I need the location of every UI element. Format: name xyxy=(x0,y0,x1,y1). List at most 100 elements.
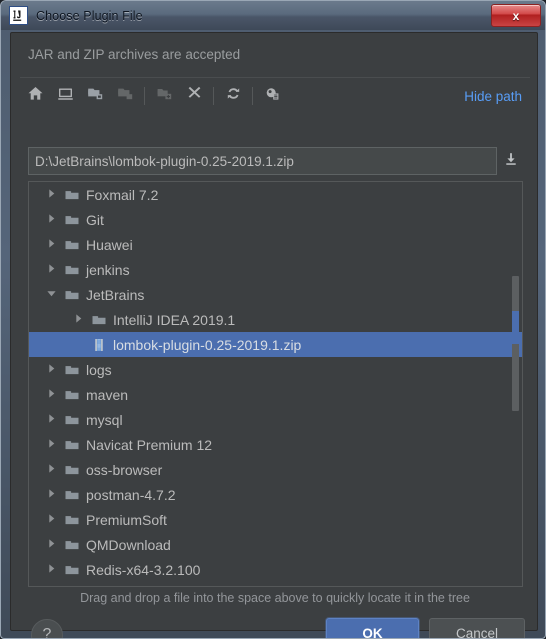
chevron-right-icon[interactable] xyxy=(46,511,57,529)
tree-expander[interactable] xyxy=(41,357,61,382)
folder-icon xyxy=(61,232,83,257)
tree-scrollbar-thumb[interactable] xyxy=(512,276,519,411)
hide-path-link[interactable]: Hide path xyxy=(464,89,530,104)
chevron-right-icon[interactable] xyxy=(46,561,57,579)
tree-expander[interactable] xyxy=(41,182,61,207)
tree-row[interactable]: QMDownload xyxy=(29,532,522,557)
chevron-right-icon[interactable] xyxy=(46,536,57,554)
close-button[interactable]: x xyxy=(491,4,541,27)
folder-icon xyxy=(88,307,110,332)
file-tree[interactable]: Foxmail 7.2 Git Huawei jenkins JetBrains Inte… xyxy=(28,181,523,587)
chevron-right-icon[interactable] xyxy=(46,411,57,429)
window-title: Choose Plugin File xyxy=(36,8,143,23)
tree-row[interactable]: postman-4.7.2 xyxy=(29,482,522,507)
toolbar-separator-3 xyxy=(252,87,253,105)
folder-icon xyxy=(61,582,83,586)
tree-row-label: RedisDesktopManager xyxy=(86,587,228,588)
tree-row[interactable]: Foxmail 7.2 xyxy=(29,182,522,207)
refresh-icon xyxy=(225,85,242,107)
tree-scrollbar-track[interactable] xyxy=(511,183,520,586)
project-directory-button[interactable] xyxy=(80,81,110,111)
chevron-right-icon[interactable] xyxy=(46,386,57,404)
tree-expander[interactable] xyxy=(41,432,61,457)
show-hidden-files-button[interactable] xyxy=(257,81,287,111)
tree-expander[interactable] xyxy=(68,307,88,332)
help-button[interactable]: ? xyxy=(31,619,63,638)
tree-expander[interactable] xyxy=(41,407,61,432)
tree-expander[interactable] xyxy=(41,582,61,587)
tree-row-label: Huawei xyxy=(86,236,133,253)
tree-row-label: JetBrains xyxy=(86,286,145,303)
folder-project-icon xyxy=(87,85,104,107)
tree-expander[interactable] xyxy=(41,457,61,482)
tree-row[interactable]: Git xyxy=(29,207,522,232)
drag-drop-hint: Drag and drop a file into the space abov… xyxy=(80,591,470,605)
tree-row-label: IntelliJ IDEA 2019.1 xyxy=(113,311,236,328)
path-row xyxy=(28,146,523,176)
tree-row[interactable]: maven xyxy=(29,382,522,407)
dialog-content: JAR and ZIP archives are accepted Hide p… xyxy=(10,32,538,638)
download-button[interactable] xyxy=(499,148,523,174)
tree-row-label: mysql xyxy=(86,411,123,428)
delete-icon xyxy=(186,85,203,107)
tree-row[interactable]: oss-browser xyxy=(29,457,522,482)
tree-expander[interactable] xyxy=(41,282,61,307)
path-input[interactable] xyxy=(28,147,498,175)
tree-row[interactable]: RedisDesktopManager xyxy=(29,582,522,588)
file-tree-list: Foxmail 7.2 Git Huawei jenkins JetBrains Inte… xyxy=(29,182,522,588)
tree-row[interactable]: logs xyxy=(29,357,522,382)
chevron-right-icon[interactable] xyxy=(46,261,57,279)
tree-row[interactable]: JetBrains xyxy=(29,282,522,307)
tree-row[interactable]: Huawei xyxy=(29,232,522,257)
file-chooser-toolbar: Hide path xyxy=(20,77,530,114)
tree-expander[interactable] xyxy=(41,207,61,232)
tree-expander[interactable] xyxy=(41,557,61,582)
new-folder-button[interactable] xyxy=(149,81,179,111)
intellij-idea-icon xyxy=(9,6,28,25)
tree-row-label: QMDownload xyxy=(86,536,171,553)
home-icon xyxy=(27,85,44,107)
chevron-down-icon[interactable] xyxy=(46,286,57,304)
tree-expander[interactable] xyxy=(41,482,61,507)
tree-expander[interactable] xyxy=(41,232,61,257)
tree-expander xyxy=(68,332,88,357)
tree-expander[interactable] xyxy=(41,382,61,407)
tree-row[interactable]: jenkins xyxy=(29,257,522,282)
ok-button[interactable]: OK xyxy=(326,618,419,638)
show-hidden-icon xyxy=(264,85,281,107)
tree-row[interactable]: IntelliJ IDEA 2019.1 xyxy=(29,307,522,332)
tree-row[interactable]: mysql xyxy=(29,407,522,432)
tree-row[interactable]: Navicat Premium 12 xyxy=(29,432,522,457)
tree-row[interactable]: Redis-x64-3.2.100 xyxy=(29,557,522,582)
chevron-right-icon[interactable] xyxy=(46,211,57,229)
delete-button[interactable] xyxy=(179,81,209,111)
folder-module-icon xyxy=(117,85,134,107)
tree-expander[interactable] xyxy=(41,257,61,282)
chevron-right-icon[interactable] xyxy=(46,486,57,504)
chevron-right-icon[interactable] xyxy=(46,436,57,454)
tree-expander[interactable] xyxy=(41,532,61,557)
tree-row[interactable]: PremiumSoft xyxy=(29,507,522,532)
tree-row-selected[interactable]: lombok-plugin-0.25-2019.1.zip xyxy=(29,332,522,357)
desktop-icon xyxy=(57,85,74,107)
dialog-window: Choose Plugin File x JAR and ZIP archive… xyxy=(0,0,546,639)
folder-icon xyxy=(61,457,83,482)
refresh-button[interactable] xyxy=(218,81,248,111)
zip-icon xyxy=(88,332,110,357)
desktop-button[interactable] xyxy=(50,81,80,111)
folder-icon xyxy=(61,432,83,457)
chevron-right-icon[interactable] xyxy=(46,236,57,254)
chevron-right-icon[interactable] xyxy=(73,311,84,329)
chevron-right-icon[interactable] xyxy=(46,586,57,587)
home-button[interactable] xyxy=(20,81,50,111)
tree-expander[interactable] xyxy=(41,507,61,532)
chevron-right-icon[interactable] xyxy=(46,461,57,479)
chevron-right-icon[interactable] xyxy=(46,186,57,204)
accepted-formats-hint: JAR and ZIP archives are accepted xyxy=(28,47,241,62)
tree-row-label: Redis-x64-3.2.100 xyxy=(86,561,201,578)
module-directory-button[interactable] xyxy=(110,81,140,111)
tree-row-label: Navicat Premium 12 xyxy=(86,436,213,453)
chevron-right-icon[interactable] xyxy=(46,361,57,379)
cancel-button[interactable]: Cancel xyxy=(429,618,525,638)
tree-row-label: logs xyxy=(86,361,112,378)
